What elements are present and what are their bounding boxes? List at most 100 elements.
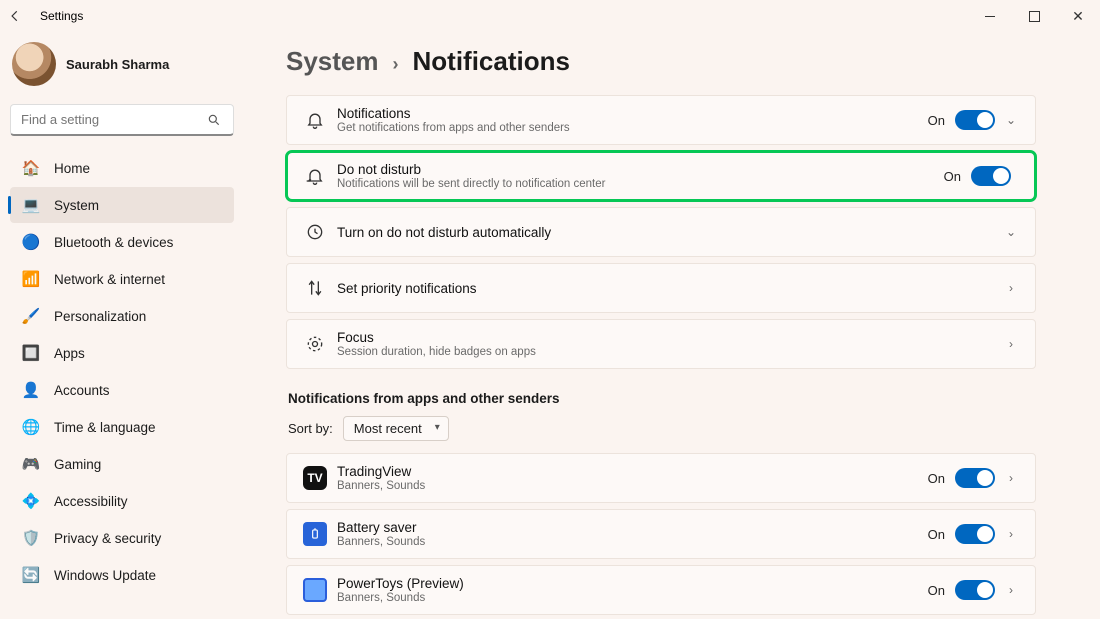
window-controls: ✕ [968,0,1100,32]
titlebar: Settings ✕ [0,0,1100,32]
search-input[interactable] [11,112,207,127]
maximize-button[interactable] [1012,0,1056,32]
breadcrumb-root[interactable]: System [286,46,379,77]
sidebar-item-privacy-security[interactable]: 🛡️Privacy & security [10,520,234,556]
focus-card[interactable]: Focus Session duration, hide badges on a… [286,319,1036,369]
nav-icon: 🛡️ [20,529,42,547]
sidebar-item-accessibility[interactable]: 💠 Accessibility [10,483,234,519]
clock-icon [297,222,333,242]
app-toggle[interactable] [955,580,995,600]
app-subtitle: Banners, Sounds [337,480,928,492]
sidebar: Saurabh Sharma 🏠Home 💻 System 🔵 Bluetooth & … [0,32,250,619]
nav-icon: 🌐 [20,418,42,436]
back-button[interactable] [8,9,36,23]
card-subtitle: Session duration, hide badges on apps [337,346,1003,358]
app-name: TradingView [337,464,928,479]
nav-icon: 🔄 [20,566,42,584]
sidebar-item-time-language[interactable]: 🌐 Time & language [10,409,234,445]
app-subtitle: Banners, Sounds [337,592,928,604]
nav-icon: 🏠 [20,159,42,177]
app-subtitle: Banners, Sounds [337,536,928,548]
minimize-button[interactable] [968,0,1012,32]
sidebar-item-accounts[interactable]: 👤 Accounts [10,372,234,408]
toggle-state: On [928,113,945,128]
nav-icon: 📶 [20,270,42,288]
main-content: System › Notifications Notifications Get… [250,32,1100,619]
sidebar-item-bluetooth-devices[interactable]: 🔵 Bluetooth & devices [10,224,234,260]
breadcrumb: System › Notifications [286,46,1036,77]
app-notification-row[interactable]: PowerToys (Preview)Banners, SoundsOn› [286,565,1036,615]
expand-chevron-icon[interactable]: ⌄ [1003,113,1019,127]
app-list: TVTradingViewBanners, SoundsOn›Battery s… [286,453,1036,619]
app-title: Settings [40,9,83,23]
app-icon [303,578,327,602]
sidebar-item-windows-update[interactable]: 🔄 Windows Update [10,557,234,593]
breadcrumb-leaf: Notifications [413,46,570,77]
nav-icon: 💠 [20,492,42,510]
card-title: Set priority notifications [337,281,1003,296]
user-name: Saurabh Sharma [66,57,169,72]
card-subtitle: Get notifications from apps and other se… [337,122,928,134]
search-box[interactable] [10,104,234,136]
sidebar-item-gaming[interactable]: 🎮 Gaming [10,446,234,482]
toggle-state: On [928,471,945,486]
card-title: Focus [337,330,1003,345]
app-name: Battery saver [337,520,928,535]
app-toggle[interactable] [955,468,995,488]
nav-label: Time & language [54,420,156,435]
chevron-right-icon[interactable]: › [1003,471,1019,485]
focus-icon [297,334,333,354]
nav-label: Accounts [54,383,110,398]
nav-icon: 🎮 [20,455,42,473]
nav-icon: 🔲 [20,344,42,362]
card-subtitle: Notifications will be sent directly to n… [337,178,944,190]
nav-label: Windows Update [54,568,156,583]
priority-card[interactable]: Set priority notifications › [286,263,1036,313]
nav-label: Accessibility [54,494,128,509]
apps-section-heading: Notifications from apps and other sender… [288,391,1036,406]
dnd-icon [297,166,333,186]
chevron-right-icon[interactable]: › [1003,583,1019,597]
app-notification-row[interactable]: Battery saverBanners, SoundsOn › [286,509,1036,559]
avatar [12,42,56,86]
user-profile[interactable]: Saurabh Sharma [10,40,234,100]
nav-icon: 💻 [20,196,42,214]
card-title: Do not disturb [337,162,944,177]
toggle-state: On [928,527,945,542]
nav-label: Bluetooth & devices [54,235,173,250]
nav-label: Apps [54,346,85,361]
priority-icon [297,278,333,298]
nav-label: Network & internet [54,272,165,287]
sort-dropdown[interactable]: Most recent [343,416,449,441]
sort-by-label: Sort by: [288,421,333,436]
sidebar-item-home[interactable]: 🏠Home [10,150,234,186]
app-notification-row[interactable]: TVTradingViewBanners, SoundsOn› [286,453,1036,503]
nav: 🏠Home 💻 System 🔵 Bluetooth & devices 📶 Network… [10,150,234,593]
toggle-state: On [928,583,945,598]
notifications-card[interactable]: Notifications Get notifications from app… [286,95,1036,145]
notifications-toggle[interactable] [955,110,995,130]
sort-value: Most recent [354,421,422,436]
sidebar-item-system[interactable]: 💻 System [10,187,234,223]
close-button[interactable]: ✕ [1056,0,1100,32]
nav-label: Gaming [54,457,101,472]
dnd-toggle[interactable] [971,166,1011,186]
chevron-right-icon[interactable]: › [1003,337,1019,351]
nav-icon: 🖌️ [20,307,42,325]
app-toggle[interactable] [955,524,995,544]
card-title: Turn on do not disturb automatically [337,225,1003,240]
nav-icon: 🔵 [20,233,42,251]
bell-icon [297,110,333,130]
chevron-right-icon[interactable]: › [1003,527,1019,541]
sidebar-item-apps[interactable]: 🔲 Apps [10,335,234,371]
toggle-state: On [944,169,961,184]
expand-chevron-icon[interactable]: ⌄ [1003,225,1019,239]
card-title: Notifications [337,106,928,121]
nav-icon: 👤 [20,381,42,399]
sidebar-item-network-internet[interactable]: 📶 Network & internet [10,261,234,297]
sidebar-item-personalization[interactable]: 🖌️Personalization [10,298,234,334]
auto-dnd-card[interactable]: Turn on do not disturb automatically ⌄ [286,207,1036,257]
nav-label: System [54,198,99,213]
chevron-right-icon[interactable]: › [1003,281,1019,295]
do-not-disturb-card[interactable]: Do not disturb Notifications will be sen… [286,151,1036,201]
